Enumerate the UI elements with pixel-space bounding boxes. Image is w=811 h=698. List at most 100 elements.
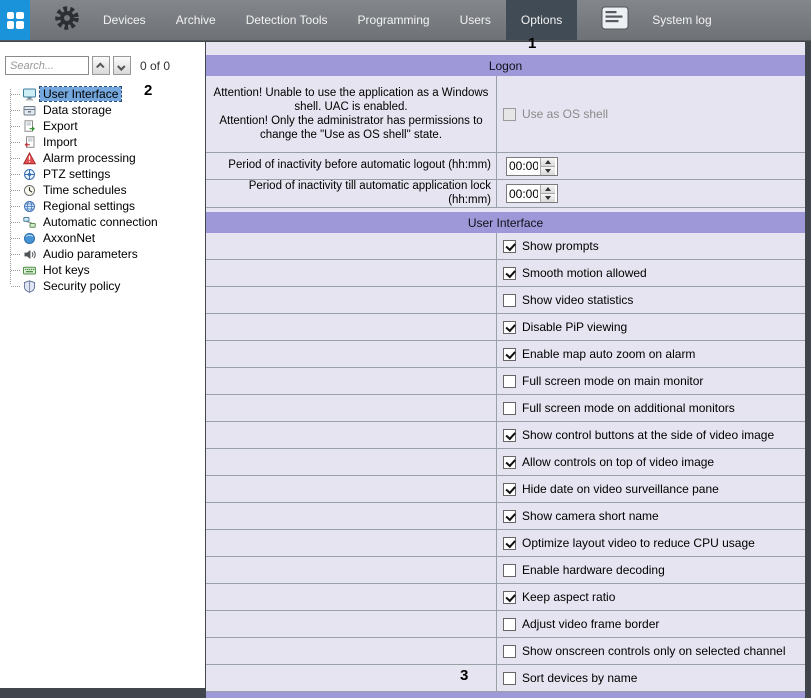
adjust-frame-border-label: Adjust video frame border	[522, 617, 659, 631]
globe-icon	[23, 200, 36, 213]
search-result-count: 0 of 0	[140, 59, 170, 73]
setting-row: Hide date on video surveillance pane	[206, 476, 805, 503]
sidebar-item-label: Hot keys	[40, 263, 93, 277]
spinner-buttons	[540, 158, 555, 175]
controls-on-top-label: Allow controls on top of video image	[522, 455, 714, 469]
optimize-layout-label: Optimize layout video to reduce CPU usag…	[522, 536, 755, 550]
sidebar-item-ptz-settings[interactable]: PTZ settings	[6, 166, 205, 182]
hardware-decoding-checkbox[interactable]	[503, 564, 516, 577]
setting-row: Disable PiP viewing	[206, 314, 805, 341]
setting-row: Show video statistics	[206, 287, 805, 314]
shield-icon	[23, 280, 36, 293]
menu-item-devices[interactable]: Devices	[88, 0, 161, 40]
connection-icon	[23, 216, 36, 229]
show-prompts-label: Show prompts	[522, 239, 599, 253]
auto-lock-input[interactable]	[507, 185, 540, 202]
disable-pip-checkbox[interactable]	[503, 321, 516, 334]
sidebar-item-time-schedules[interactable]: Time schedules	[6, 182, 205, 198]
menu-item-options[interactable]: Options	[506, 0, 577, 40]
auto-lock-label-cell: Period of inactivity till automatic appl…	[206, 180, 497, 207]
sort-devices-checkbox[interactable]	[503, 672, 516, 685]
attention-text: Attention! Unable to use the application…	[206, 86, 496, 142]
sidebar-item-user-interface[interactable]: User Interface	[6, 86, 205, 102]
hide-date-label: Hide date on video surveillance pane	[522, 482, 719, 496]
hide-date-checkbox[interactable]	[503, 483, 516, 496]
sort-devices-label: Sort devices by name	[522, 671, 637, 685]
spin-down-button[interactable]	[541, 167, 555, 175]
options-content-panel: Logon Attention! Unable to use the appli…	[206, 42, 805, 698]
spin-down-button[interactable]	[541, 194, 555, 202]
application-window: Devices Archive Detection Tools Programm…	[0, 0, 811, 698]
sidebar-item-export[interactable]: Export	[6, 118, 205, 134]
setting-row: Full screen mode on additional monitors	[206, 395, 805, 422]
triangle-down-icon	[545, 196, 551, 200]
system-log-button[interactable]	[593, 0, 637, 40]
optimize-layout-checkbox[interactable]	[503, 537, 516, 550]
os-shell-description-cell: Attention! Unable to use the application…	[206, 76, 497, 152]
sidebar-item-audio-parameters[interactable]: Audio parameters	[6, 246, 205, 262]
sidebar-item-automatic-connection[interactable]: Automatic connection	[6, 214, 205, 230]
setting-row: Smooth motion allowed	[206, 260, 805, 287]
spin-up-button[interactable]	[541, 158, 555, 167]
keep-aspect-ratio-checkbox[interactable]	[503, 591, 516, 604]
map-auto-zoom-checkbox[interactable]	[503, 348, 516, 361]
setting-row: Enable map auto zoom on alarm	[206, 341, 805, 368]
sidebar-item-label: Data storage	[40, 103, 115, 117]
onscreen-controls-selected-channel-checkbox[interactable]	[503, 645, 516, 658]
keep-aspect-ratio-label: Keep aspect ratio	[522, 590, 615, 604]
spin-up-button[interactable]	[541, 185, 555, 194]
sidebar-item-alarm-processing[interactable]: Alarm processing	[6, 150, 205, 166]
adjust-frame-border-checkbox[interactable]	[503, 618, 516, 631]
show-prompts-checkbox[interactable]	[503, 240, 516, 253]
chevron-up-icon	[96, 62, 104, 70]
menu-item-programming[interactable]: Programming	[343, 0, 445, 40]
smooth-motion-checkbox[interactable]	[503, 267, 516, 280]
video-statistics-checkbox[interactable]	[503, 294, 516, 307]
auto-lock-spinbox	[506, 184, 558, 203]
spinner-buttons	[540, 185, 555, 202]
sidebar-search-row: 0 of 0	[0, 42, 205, 79]
sidebar-item-data-storage[interactable]: Data storage	[6, 102, 205, 118]
setting-row: Show onscreen controls only on selected …	[206, 638, 805, 665]
auto-lock-control-cell	[497, 180, 805, 207]
auto-logout-input[interactable]	[507, 158, 540, 175]
app-logo-button[interactable]	[0, 0, 30, 40]
search-next-button[interactable]	[113, 56, 131, 75]
sidebar-item-label: User Interface	[40, 87, 121, 101]
annotation-3: 3	[460, 667, 468, 684]
fullscreen-additional-monitors-label: Full screen mode on additional monitors	[522, 401, 735, 415]
menu-item-archive[interactable]: Archive	[161, 0, 231, 40]
search-prev-button[interactable]	[92, 56, 110, 75]
video-statistics-label: Show video statistics	[522, 293, 633, 307]
menu-item-detection-tools[interactable]: Detection Tools	[231, 0, 343, 40]
triangle-up-icon	[545, 160, 551, 164]
setting-row: Show prompts	[206, 233, 805, 260]
sidebar-item-regional-settings[interactable]: Regional settings	[6, 198, 205, 214]
setting-row: Show control buttons at the side of vide…	[206, 422, 805, 449]
setting-row: Sort devices by name	[206, 665, 805, 692]
sidebar-item-security-policy[interactable]: Security policy	[6, 278, 205, 294]
setting-row: Adjust video frame border	[206, 611, 805, 638]
keyboard-icon	[23, 264, 36, 277]
triangle-up-icon	[545, 187, 551, 191]
menu-item-users[interactable]: Users	[445, 0, 506, 40]
search-input[interactable]	[5, 56, 89, 75]
sidebar-item-axxonnet[interactable]: AxxonNet	[6, 230, 205, 246]
controls-on-top-checkbox[interactable]	[503, 456, 516, 469]
toolbar-spacer	[30, 0, 46, 40]
auto-logout-label: Period of inactivity before automatic lo…	[206, 159, 496, 173]
fullscreen-main-monitor-checkbox[interactable]	[503, 375, 516, 388]
setting-row: Show camera short name	[206, 503, 805, 530]
sidebar-item-import[interactable]: Import	[6, 134, 205, 150]
speaker-icon	[23, 248, 36, 261]
sidebar-item-label: Import	[40, 135, 80, 149]
control-buttons-side-checkbox[interactable]	[503, 429, 516, 442]
camera-short-name-label: Show camera short name	[522, 509, 659, 523]
auto-lock-row: Period of inactivity till automatic appl…	[206, 180, 805, 208]
menu-item-system-log[interactable]: System log	[637, 0, 726, 40]
sidebar-item-hot-keys[interactable]: Hot keys	[6, 262, 205, 278]
settings-gear-button[interactable]	[46, 0, 88, 40]
camera-short-name-checkbox[interactable]	[503, 510, 516, 523]
options-sidebar: 0 of 0 User Interface Data storage Expor…	[0, 42, 205, 688]
fullscreen-additional-monitors-checkbox[interactable]	[503, 402, 516, 415]
